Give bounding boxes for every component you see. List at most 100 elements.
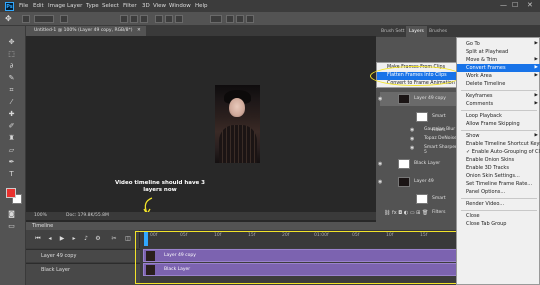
canvas-photo[interactable] <box>215 85 260 163</box>
crop-tool-icon[interactable]: ⌗ <box>6 86 17 95</box>
split-icon[interactable]: ✂ <box>110 235 118 243</box>
eyedropper-tool-icon[interactable]: ⁄ <box>6 98 17 107</box>
healing-brush-tool-icon[interactable]: ✚ <box>6 110 17 119</box>
eye-icon[interactable]: ◉ <box>378 157 382 171</box>
layer-dropdown[interactable] <box>34 15 54 23</box>
distribute-bottom-icon[interactable] <box>175 15 183 23</box>
layer-row[interactable]: ◉ Smart Sharpen <box>380 141 460 155</box>
zoom-level[interactable]: 100% <box>34 212 47 220</box>
flyout-menu-item[interactable]: Delete Timeline <box>457 80 540 88</box>
flyout-menu-item-label: Close <box>466 213 480 219</box>
pen-tool-icon[interactable]: ✒ <box>6 158 17 167</box>
flyout-menu-item[interactable]: Enable Timeline Shortcut Keys <box>457 140 540 148</box>
tab-layers[interactable]: Layers <box>406 26 427 37</box>
quick-mask-icon[interactable]: ◙ <box>6 210 17 219</box>
distribute-middle-icon[interactable] <box>165 15 173 23</box>
flyout-menu-item[interactable]: Keyframes ▶ <box>457 92 540 100</box>
type-tool-icon[interactable]: T <box>6 170 17 179</box>
3d-orbit-icon[interactable] <box>226 15 234 23</box>
eye-icon[interactable]: ◉ <box>410 141 414 155</box>
flyout-menu-item[interactable]: Loop Playback <box>457 112 540 120</box>
minimize-icon[interactable]: — <box>500 1 507 9</box>
flyout-menu-item[interactable]: Split at Playhead <box>457 48 540 56</box>
transition-icon[interactable]: ◫ <box>124 235 132 243</box>
flyout-menu-item[interactable]: Panel Options... <box>457 188 540 196</box>
eraser-tool-icon[interactable]: ▱ <box>6 146 17 155</box>
menu-edit[interactable]: Edit <box>33 3 44 9</box>
layer-row[interactable]: ◉ Layer 49 <box>378 175 460 189</box>
menu-select[interactable]: Select <box>102 3 119 9</box>
flyout-menu-item[interactable]: Work Area ▶ <box>457 72 540 80</box>
menu-view[interactable]: View <box>153 3 166 9</box>
brush-tool-icon[interactable]: ✐ <box>6 122 17 131</box>
layer-row[interactable]: ◉ Black Layer <box>378 157 460 171</box>
timeline-layer-row[interactable]: Black Layer <box>26 263 140 285</box>
new-layer-icon[interactable]: ⊞ <box>416 210 420 216</box>
play-icon[interactable]: ▶ <box>58 235 66 243</box>
document-tab[interactable]: Untitled-1 @ 100% (Layer 49 copy, RGB/8*… <box>26 26 146 36</box>
menu-help[interactable]: Help <box>195 3 208 9</box>
adjustment-icon[interactable]: ◐ <box>404 210 408 216</box>
move-tool-icon[interactable]: ✥ <box>5 14 15 24</box>
flyout-menu-item[interactable]: Render Video... <box>457 200 540 208</box>
trash-icon[interactable]: 🗑 <box>422 210 428 216</box>
clone-stamp-tool-icon[interactable]: ♜ <box>6 134 17 143</box>
flyout-menu-item[interactable]: Convert Frames ▶ <box>457 64 540 72</box>
tab-brushes[interactable]: Brushes <box>426 26 450 37</box>
tab-brush-settings[interactable]: Brush Sett <box>378 26 408 37</box>
mask-icon[interactable]: ◘ <box>398 210 402 216</box>
audio-icon[interactable]: ♪ <box>82 235 90 243</box>
close-icon[interactable]: ✕ <box>527 1 533 9</box>
link-layers-icon[interactable]: ⛓ <box>384 210 390 216</box>
eye-icon[interactable]: ◉ <box>378 175 382 189</box>
menu-filter[interactable]: Filter <box>123 3 137 9</box>
flyout-menu-item[interactable]: Enable Onion Skins <box>457 156 540 164</box>
flyout-menu-item[interactable]: Allow Frame Skipping <box>457 120 540 128</box>
flyout-menu-item[interactable]: Close Tab Group <box>457 220 540 228</box>
first-frame-icon[interactable]: ⏮ <box>34 235 42 243</box>
3d-roll-icon[interactable] <box>236 15 244 23</box>
maximize-icon[interactable]: ☐ <box>512 1 518 9</box>
transform-controls-checkbox[interactable] <box>60 15 68 23</box>
flyout-menu-item[interactable]: Onion Skin Settings... <box>457 172 540 180</box>
fx-icon[interactable]: fx <box>392 210 397 216</box>
screen-mode-icon[interactable]: ▭ <box>6 222 17 231</box>
3d-mode-icon[interactable] <box>210 15 222 23</box>
close-tab-icon[interactable]: ✕ <box>137 28 141 33</box>
timeline-layer-row[interactable]: Layer 49 copy <box>26 249 140 262</box>
flyout-menu-item[interactable]: ✓ Enable Auto-Grouping of Clips <box>457 148 540 156</box>
menu-3d[interactable]: 3D <box>142 3 150 9</box>
flyout-menu-item[interactable]: Close <box>457 212 540 220</box>
eye-icon[interactable]: ◉ <box>378 92 382 106</box>
menu-layer[interactable]: Layer <box>67 3 82 9</box>
menu-image[interactable]: Image <box>48 3 65 9</box>
flyout-menu-item[interactable]: Show ▶ <box>457 132 540 140</box>
align-center-icon[interactable] <box>130 15 138 23</box>
move-tool-icon[interactable]: ✥ <box>6 38 17 47</box>
layer-row[interactable]: Smart Filters <box>380 192 460 215</box>
options-bar: ✥ <box>0 12 540 26</box>
flyout-menu-item[interactable]: Comments ▶ <box>457 100 540 108</box>
flyout-menu-item[interactable]: Move & Trim ▶ <box>457 56 540 64</box>
next-frame-icon[interactable]: ▸ <box>70 235 78 243</box>
menu-window[interactable]: Window <box>169 3 191 9</box>
3d-pan-icon[interactable] <box>246 15 254 23</box>
foreground-color-swatch[interactable] <box>6 188 16 198</box>
auto-select-checkbox[interactable] <box>22 15 30 23</box>
align-left-icon[interactable] <box>120 15 128 23</box>
flyout-menu-item[interactable]: Go To ▶ <box>457 40 540 48</box>
align-right-icon[interactable] <box>140 15 148 23</box>
layer-row[interactable]: ◉ Layer 49 copy <box>378 92 460 106</box>
settings-gear-icon[interactable]: ⚙ <box>94 235 102 243</box>
layer-row[interactable]: Smart Filters <box>380 110 460 133</box>
quick-select-tool-icon[interactable]: ✎ <box>6 74 17 83</box>
menu-file[interactable]: File <box>19 3 28 9</box>
flyout-menu-item[interactable]: Set Timeline Frame Rate... <box>457 180 540 188</box>
lasso-tool-icon[interactable]: ∂ <box>6 62 17 71</box>
prev-frame-icon[interactable]: ◂ <box>46 235 54 243</box>
distribute-top-icon[interactable] <box>155 15 163 23</box>
flyout-menu-item[interactable]: Enable 3D Tracks <box>457 164 540 172</box>
folder-icon[interactable]: ▭ <box>410 210 415 216</box>
menu-type[interactable]: Type <box>86 3 99 9</box>
marquee-tool-icon[interactable]: ⬚ <box>6 50 17 59</box>
